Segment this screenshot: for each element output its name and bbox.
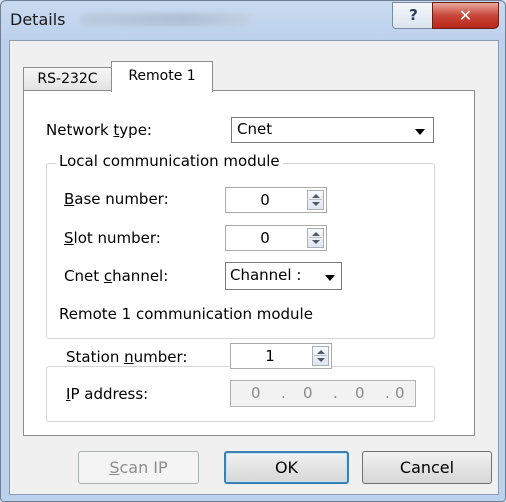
- ip-octet-3: 0: [355, 384, 365, 402]
- ip-octet-2: 0: [303, 384, 313, 402]
- divider: [314, 355, 327, 356]
- arrow-up-icon[interactable]: [312, 232, 320, 236]
- cnet-channel-value: Channel :: [230, 266, 302, 284]
- arrow-up-icon[interactable]: [317, 350, 325, 354]
- local-module-title: Local communication module: [56, 152, 283, 170]
- spin-buttons[interactable]: [312, 346, 329, 366]
- base-number-label: Base number:: [64, 190, 169, 208]
- mnemonic: B: [64, 190, 75, 208]
- question-icon: ?: [409, 6, 418, 24]
- network-type-value: Cnet: [237, 120, 273, 138]
- cnet-channel-select[interactable]: Channel :: [225, 262, 342, 290]
- spin-buttons[interactable]: [307, 190, 324, 210]
- ip-address-label: IP address:: [66, 385, 148, 403]
- tab-panel-remote-1: Network type: Cnet Local communication m…: [23, 90, 475, 436]
- spin-buttons[interactable]: [307, 228, 324, 248]
- ip-address-field[interactable]: 0 . 0 . 0 . 0: [230, 380, 416, 407]
- station-number-label: Station number:: [66, 348, 187, 366]
- slot-number-spinner[interactable]: 0: [225, 225, 327, 251]
- label-text: lot number:: [73, 229, 161, 247]
- arrow-up-icon[interactable]: [312, 194, 320, 198]
- base-number-value: 0: [260, 191, 270, 209]
- mnemonic: S: [109, 458, 120, 477]
- close-button[interactable]: ✕: [432, 2, 499, 29]
- slot-number-label: Slot number:: [64, 229, 161, 247]
- network-type-select[interactable]: Cnet: [231, 117, 434, 143]
- ip-separator: .: [333, 384, 338, 402]
- network-type-label: Network type:: [46, 121, 152, 139]
- label-text: P address:: [70, 385, 149, 403]
- slot-number-value: 0: [260, 229, 270, 247]
- station-number-spinner[interactable]: 1: [230, 343, 332, 369]
- arrow-down-icon[interactable]: [317, 358, 325, 362]
- dialog-body: RS-232C Remote 1 Network type: Cnet Loca…: [9, 40, 499, 495]
- chevron-down-icon: [415, 129, 425, 135]
- ip-separator: .: [385, 384, 390, 402]
- remote-module-title: Remote 1 communication module: [56, 305, 316, 323]
- ok-button[interactable]: OK: [224, 451, 349, 484]
- arrow-down-icon[interactable]: [312, 202, 320, 206]
- label-text: ype:: [119, 121, 152, 139]
- tab-remote-1[interactable]: Remote 1: [111, 61, 213, 92]
- label-text: Cnet: [64, 267, 104, 285]
- divider: [309, 199, 322, 200]
- mnemonic: S: [64, 229, 74, 247]
- base-number-spinner[interactable]: 0: [225, 187, 327, 213]
- ip-octet-4: 0: [395, 384, 405, 402]
- mnemonic: c: [103, 267, 113, 285]
- ip-octet-1: 0: [251, 384, 261, 402]
- button-label: can IP: [119, 458, 168, 477]
- label-text: Station: [66, 348, 125, 366]
- label-text: Network: [46, 121, 114, 139]
- divider: [309, 237, 322, 238]
- chevron-down-icon: [325, 275, 335, 281]
- cnet-channel-label: Cnet channel:: [64, 267, 168, 285]
- details-dialog: Details ? ✕ RS-232C Remote 1 Network typ…: [0, 0, 506, 502]
- dialog-title: Details: [10, 10, 66, 29]
- label-text: ase number:: [74, 190, 169, 208]
- mnemonic: n: [124, 348, 134, 366]
- close-icon: ✕: [458, 6, 473, 25]
- label-text: umber:: [133, 348, 188, 366]
- tab-rs232c[interactable]: RS-232C: [23, 67, 112, 90]
- arrow-down-icon[interactable]: [312, 240, 320, 244]
- blurred-title-area: [81, 13, 251, 26]
- ip-separator: .: [281, 384, 286, 402]
- station-number-value: 1: [265, 347, 275, 365]
- scan-ip-button[interactable]: Scan IP: [78, 451, 199, 484]
- help-button[interactable]: ?: [392, 2, 435, 29]
- cancel-button[interactable]: Cancel: [362, 451, 492, 484]
- title-bar[interactable]: Details ? ✕: [1, 1, 505, 41]
- label-text: hannel:: [112, 267, 169, 285]
